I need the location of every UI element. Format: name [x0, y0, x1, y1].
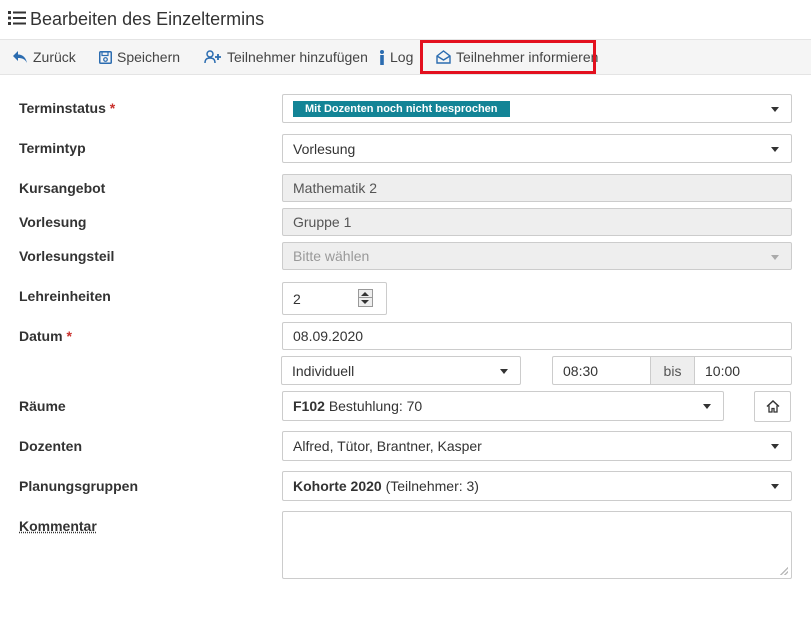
save-label: Speichern	[117, 49, 181, 65]
raeume-label: Räume	[19, 398, 66, 414]
vorlesung-label: Vorlesung	[19, 214, 87, 230]
termintyp-select[interactable]: Vorlesung	[282, 134, 792, 163]
save-button[interactable]: Speichern	[99, 40, 180, 74]
number-stepper[interactable]	[358, 289, 373, 307]
add-participant-label: Teilnehmer hinzufügen	[227, 49, 368, 65]
title-bar: Bearbeiten des Einzeltermins	[0, 0, 811, 39]
required-mark: *	[109, 100, 116, 116]
stepper-down-icon	[361, 300, 369, 304]
terminstatus-select[interactable]: Mit Dozenten noch nicht besprochen	[282, 94, 792, 123]
datum-label: Datum *	[19, 328, 72, 344]
kommentar-label: Kommentar	[19, 518, 97, 534]
log-button[interactable]: Log	[379, 40, 413, 74]
datum-input[interactable]: 08.09.2020	[282, 322, 792, 350]
time-to-input[interactable]: 10:00	[694, 356, 792, 385]
datum-value: 08.09.2020	[293, 328, 364, 344]
vorlesungsteil-select: Bitte wählen	[282, 242, 792, 270]
home-icon	[765, 400, 780, 413]
resize-handle-icon[interactable]	[780, 567, 788, 575]
lehreinheiten-label: Lehreinheiten	[19, 288, 111, 304]
kursangebot-label: Kursangebot	[19, 180, 106, 196]
time-separator-text: bis	[663, 362, 682, 379]
kursangebot-value: Mathematik 2	[293, 180, 378, 196]
time-from-input[interactable]: 08:30	[552, 356, 651, 385]
room-home-button[interactable]	[754, 391, 791, 422]
terminstatus-label: Terminstatus *	[19, 100, 115, 116]
required-mark: *	[66, 328, 72, 344]
chevron-down-icon	[703, 404, 711, 409]
status-badge: Mit Dozenten noch nicht besprochen	[293, 100, 510, 117]
add-user-icon	[204, 50, 221, 64]
chevron-down-icon	[771, 147, 779, 152]
add-participant-button[interactable]: Teilnehmer hinzufügen	[204, 40, 368, 74]
log-label: Log	[390, 49, 414, 65]
page-title: Bearbeiten des Einzeltermins	[30, 9, 265, 29]
datum-label-text: Datum	[19, 328, 63, 344]
room-detail: Bestuhlung: 70	[328, 398, 423, 414]
terminstatus-label-text: Terminstatus	[19, 100, 106, 116]
datum-mode-value: Individuell	[292, 362, 355, 379]
lehreinheiten-input[interactable]: 2	[282, 282, 387, 315]
floppy-disk-icon	[99, 50, 112, 64]
time-from-value: 08:30	[563, 362, 599, 379]
info-icon	[380, 49, 384, 65]
stepper-up-icon	[361, 292, 369, 296]
chevron-down-icon	[771, 107, 779, 112]
back-button[interactable]: Zurück	[12, 40, 76, 74]
chevron-down-icon	[771, 444, 779, 449]
reply-arrow-icon	[13, 51, 27, 63]
planungsgruppen-select[interactable]: Kohorte 2020 (Teilnehmer: 3)	[282, 471, 792, 501]
kursangebot-field: Mathematik 2	[282, 174, 792, 202]
chevron-down-icon	[500, 369, 508, 374]
chevron-down-icon	[771, 484, 779, 489]
time-to-value: 10:00	[705, 362, 741, 379]
vorlesung-field: Gruppe 1	[282, 208, 792, 236]
lehreinheiten-value: 2	[293, 290, 301, 307]
dozenten-label: Dozenten	[19, 438, 82, 454]
datum-mode-select[interactable]: Individuell	[281, 356, 521, 385]
termintyp-label: Termintyp	[19, 140, 86, 156]
back-label: Zurück	[33, 49, 76, 65]
raeume-select[interactable]: F102 Bestuhlung: 70	[282, 391, 724, 421]
vorlesungsteil-label: Vorlesungsteil	[19, 248, 115, 264]
vorlesungsteil-placeholder: Bitte wählen	[293, 248, 370, 264]
planungsgruppen-label: Planungsgruppen	[19, 478, 138, 494]
vorlesung-value: Gruppe 1	[293, 214, 352, 230]
group-name: Kohorte 2020	[293, 478, 382, 494]
highlight-box	[420, 40, 596, 74]
chevron-down-icon	[771, 255, 779, 260]
dozenten-value: Alfred, Tütor, Brantner, Kasper	[293, 438, 482, 454]
kommentar-textarea[interactable]	[282, 511, 792, 579]
time-separator: bis	[650, 356, 695, 385]
dozenten-select[interactable]: Alfred, Tütor, Brantner, Kasper	[282, 431, 792, 461]
room-code: F102	[293, 398, 325, 414]
termintyp-value: Vorlesung	[293, 140, 356, 157]
list-icon	[8, 11, 26, 25]
toolbar: Zurück Speichern Teilnehmer hinzufügen L…	[0, 39, 811, 75]
group-detail: (Teilnehmer: 3)	[385, 478, 479, 494]
stepper-divider	[359, 297, 372, 298]
